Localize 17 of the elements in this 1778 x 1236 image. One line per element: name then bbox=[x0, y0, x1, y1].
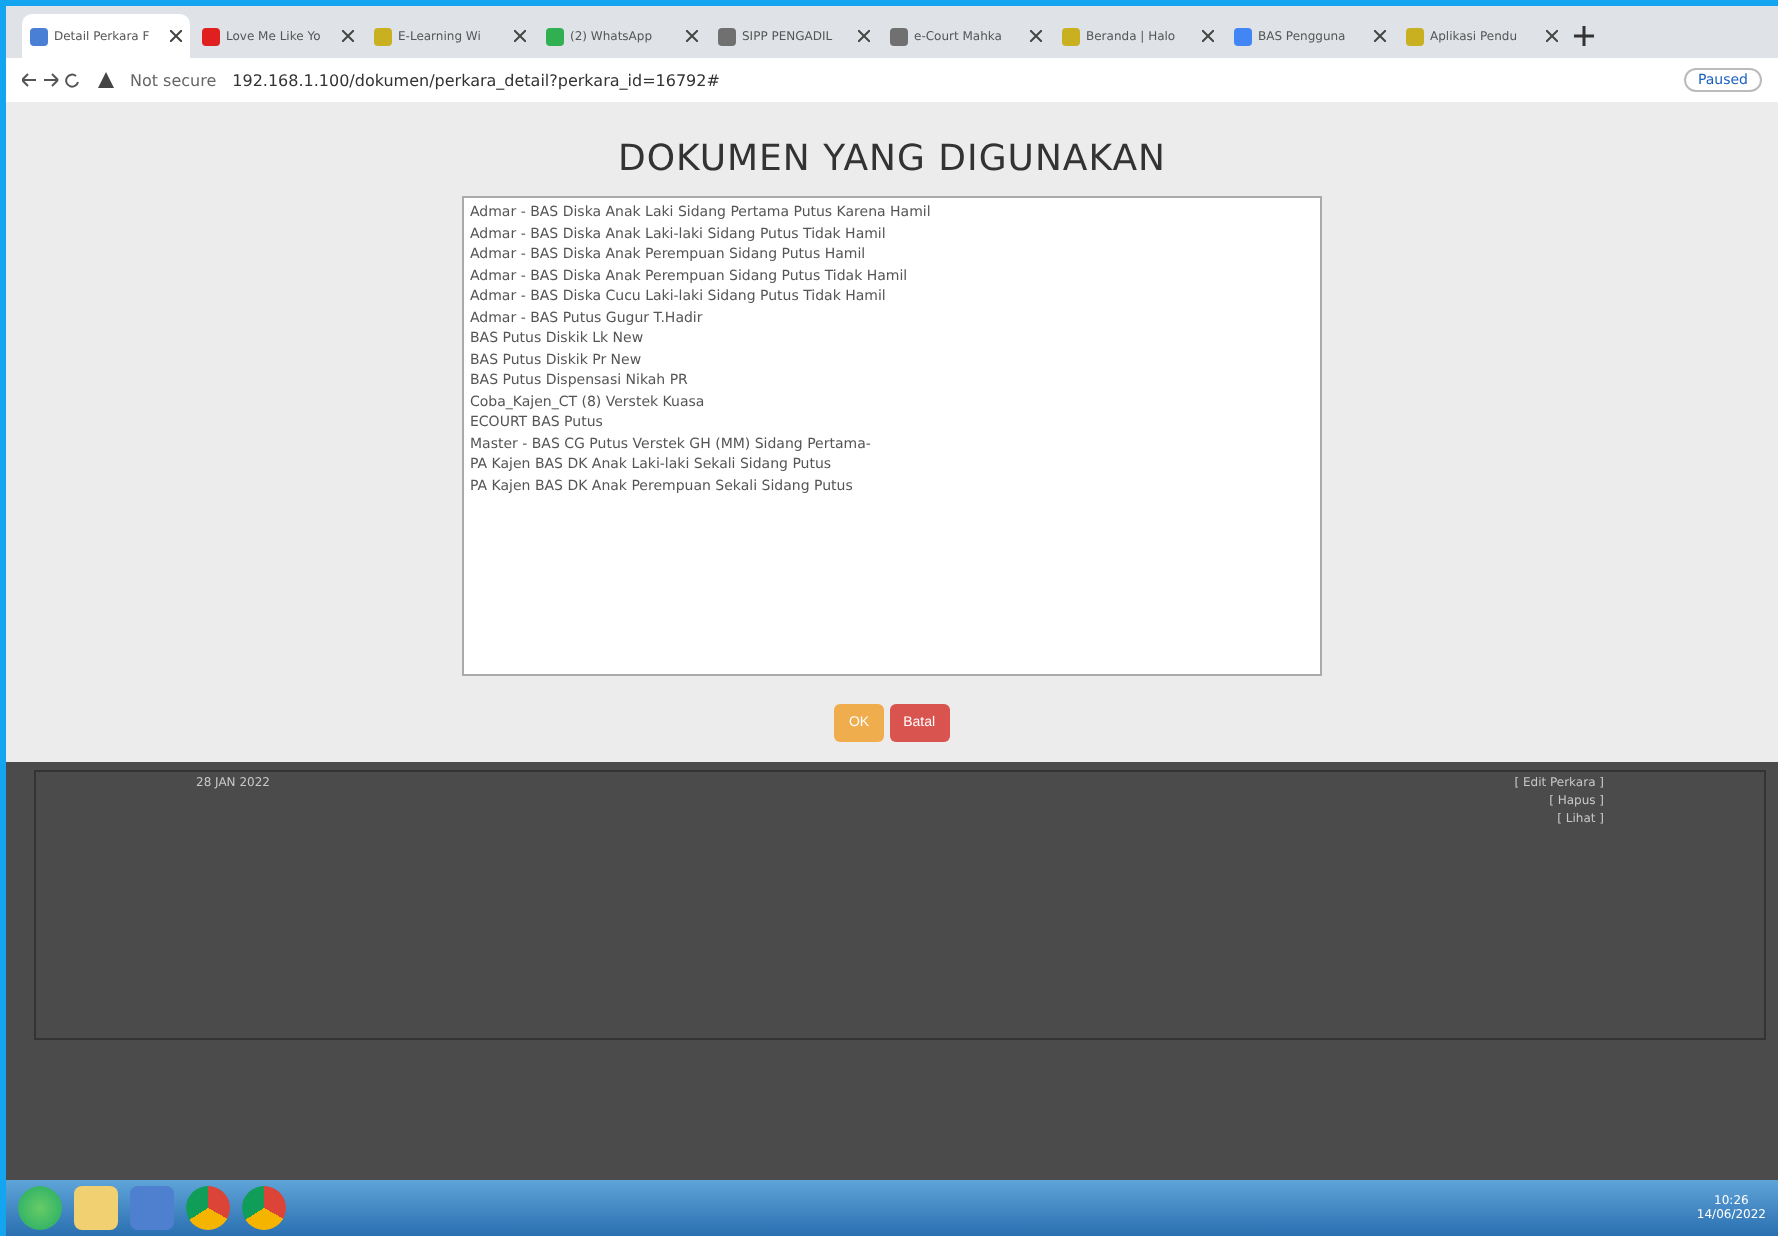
navigation-icon[interactable] bbox=[22, 72, 82, 88]
close-icon[interactable] bbox=[170, 30, 182, 42]
document-list[interactable] bbox=[462, 196, 1322, 676]
warning-icon[interactable] bbox=[98, 72, 114, 88]
close-icon[interactable] bbox=[858, 30, 870, 42]
close-icon[interactable] bbox=[1202, 30, 1214, 42]
close-icon[interactable] bbox=[342, 30, 354, 42]
close-icon[interactable] bbox=[1374, 30, 1386, 42]
start-icon[interactable] bbox=[18, 1186, 62, 1230]
close-icon[interactable] bbox=[1546, 30, 1558, 42]
url-text[interactable]: 192.168.1.100/dokumen/perkara_detail?perkara_id=16792# bbox=[232, 71, 1668, 89]
close-icon[interactable] bbox=[514, 30, 526, 42]
security-label[interactable]: Not secure bbox=[130, 71, 217, 89]
close-icon[interactable] bbox=[686, 30, 698, 42]
new-tab-icon[interactable] bbox=[1570, 22, 1598, 50]
modal-title: DOKUMEN YANG DIGUNAKAN bbox=[618, 138, 1166, 180]
close-icon[interactable] bbox=[1030, 30, 1042, 42]
